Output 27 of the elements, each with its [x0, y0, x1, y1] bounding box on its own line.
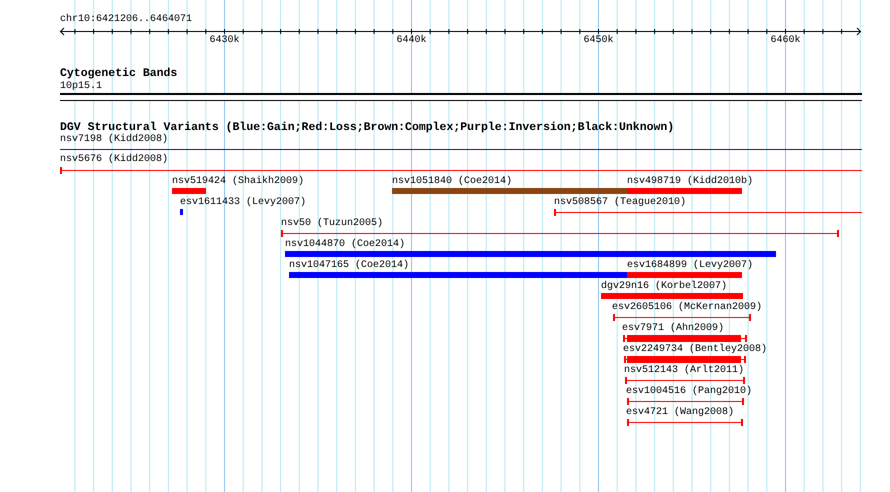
variant-label: esv1611433 (Levy2007) [180, 198, 306, 208]
variant-label: nsv512143 (Arlt2011) [624, 366, 744, 376]
location-label: chr10:6421206..6464071 [60, 15, 192, 25]
variant-label: nsv1051840 (Coe2014) [392, 177, 512, 187]
variant-label: esv7971 (Ahn2009) [622, 324, 724, 334]
variant-bar[interactable] [60, 146, 862, 153]
variant-label: dgv29n16 (Korbel2007) [601, 282, 728, 292]
variant-label: nsv508567 (Teague2010) [554, 198, 686, 208]
variant-label: nsv498719 (Kidd2010b) [627, 177, 754, 187]
ruler-label: 6450k [584, 36, 614, 46]
variant-label: nsv5676 (Kidd2008) [60, 155, 168, 165]
track-title: DGV Structural Variants (Blue:Gain;Red:Loss;Brown:Complex;Purple:Inversion;Black:Unknown) [60, 122, 674, 134]
ruler-label: 6460k [770, 36, 800, 46]
variant-label: nsv7198 (Kidd2008) [60, 135, 168, 145]
variant-label: esv1004516 (Pang2010) [626, 387, 752, 397]
variant-label: nsv1044870 (Coe2014) [285, 240, 406, 250]
band-label: 10p15.1 [60, 82, 102, 92]
ruler-label: 6440k [396, 36, 426, 46]
ruler-label: 6430k [210, 36, 240, 46]
variant-label: esv2249734 (Bentley2008) [623, 345, 768, 355]
variant-label: nsv519424 (Shaikh2009) [172, 177, 304, 187]
variant-label: esv4721 (Wang2008) [626, 408, 734, 418]
variant-label: nsv1047165 (Coe2014) [289, 261, 410, 271]
track-title: Cytogenetic Bands [60, 68, 178, 80]
variant-label: esv1684899 (Levy2007) [627, 261, 754, 271]
variant-label: esv2605106 (McKernan2009) [612, 303, 762, 313]
variant-label: nsv50 (Tuzun2005) [281, 219, 384, 229]
